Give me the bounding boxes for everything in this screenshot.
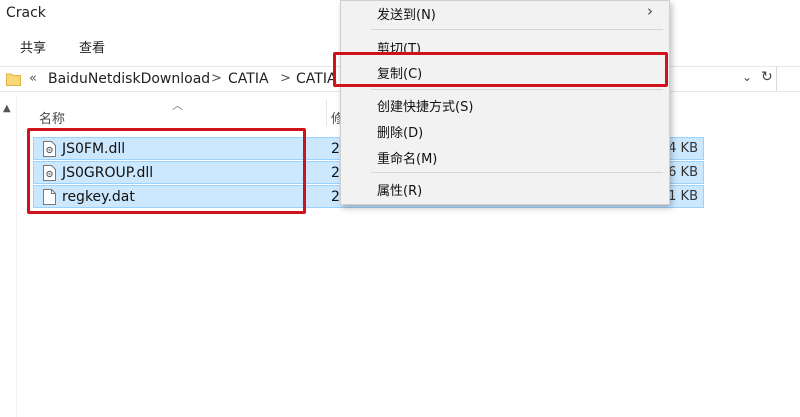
tab-share[interactable]: 共享 (20, 37, 46, 56)
refresh-icon[interactable]: ↻ (761, 69, 773, 85)
scroll-up-icon[interactable]: ▲ (3, 103, 11, 114)
breadcrumb-separator[interactable]: > (211, 71, 222, 86)
file-size: 1 KB (668, 189, 698, 204)
chevron-down-icon[interactable]: ⌄ (742, 70, 752, 84)
context-menu: 发送到(N) › 剪切(T) 复制(C) 创建快捷方式(S) 删除(D) 重命名… (340, 0, 670, 205)
column-divider[interactable] (326, 100, 327, 126)
address-overflow[interactable]: « (29, 71, 37, 86)
window-title: Crack (6, 5, 46, 21)
menu-separator (371, 29, 663, 30)
column-header-name[interactable]: 名称 (39, 108, 65, 127)
chevron-right-icon: › (647, 2, 653, 20)
breadcrumb-separator[interactable]: > (280, 71, 291, 86)
menu-separator (371, 89, 663, 90)
menu-item-label: 发送到(N) (377, 8, 436, 23)
file-date: 2 (331, 189, 340, 205)
address-divider (776, 67, 777, 91)
menu-item-label: 属性(R) (377, 184, 423, 199)
breadcrumb-catia-sub[interactable]: CATIA (296, 71, 337, 87)
menu-item-delete[interactable]: 删除(D) (377, 122, 423, 141)
folder-icon (6, 73, 21, 86)
menu-separator (371, 172, 663, 173)
copy-highlight-annotation (333, 52, 668, 87)
menu-item-properties[interactable]: 属性(R) (377, 180, 422, 199)
file-size: 4 KB (668, 141, 698, 156)
nav-pane-divider[interactable] (16, 96, 17, 417)
breadcrumb-catia[interactable]: CATIA (228, 71, 269, 87)
menu-item-label: 创建快捷方式(S) (377, 100, 474, 115)
tab-view[interactable]: 查看 (79, 37, 105, 56)
breadcrumb-baidunetdiskdownload[interactable]: BaiduNetdiskDownload (48, 71, 210, 87)
file-date: 2 (331, 141, 340, 157)
menu-item-send-to[interactable]: 发送到(N) (377, 4, 436, 23)
menu-item-label: 重命名(M) (377, 152, 438, 167)
menu-item-label: 删除(D) (377, 126, 424, 141)
file-size: 6 KB (668, 165, 698, 180)
files-highlight-annotation (27, 128, 306, 214)
sort-ascending-icon: ︿ (172, 99, 183, 112)
menu-item-create-shortcut[interactable]: 创建快捷方式(S) (377, 96, 473, 115)
file-date: 2 (331, 165, 340, 181)
menu-item-rename[interactable]: 重命名(M) (377, 148, 437, 167)
